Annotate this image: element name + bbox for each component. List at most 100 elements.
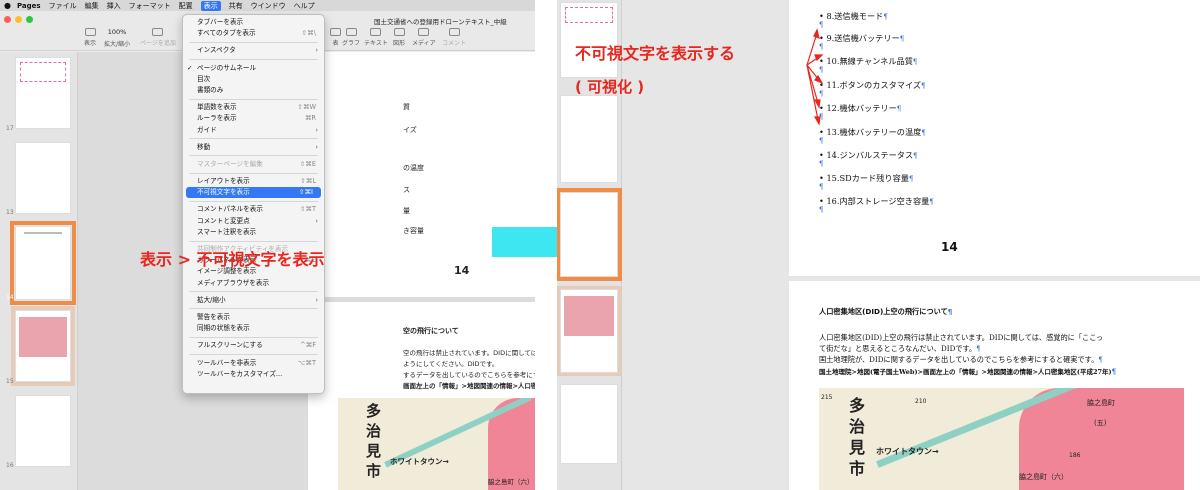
page-thumbnail[interactable]: [560, 384, 618, 464]
sidebar-icon: [84, 28, 96, 36]
list-item: • 9.送信機バッテリー¶: [819, 32, 904, 44]
menu-item[interactable]: ルーラを表示 ⌘R: [183, 113, 324, 124]
menu-share[interactable]: 共有: [229, 1, 243, 11]
menu-help[interactable]: ヘルプ: [294, 1, 315, 11]
menu-item[interactable]: フルスクリーンにする ^⌘F: [183, 340, 324, 351]
empty-paragraph-mark: ¶: [819, 137, 824, 145]
chevron-right-icon: ›: [315, 46, 318, 55]
view-button[interactable]: 表示: [84, 28, 96, 47]
shape-icon: [393, 28, 405, 36]
menu-item[interactable]: コメントと変更点 ›: [183, 216, 324, 227]
menu-item[interactable]: 単語数を表示 ⇧⌘W: [183, 102, 324, 113]
menu-window[interactable]: ウインドウ: [251, 1, 286, 11]
menu-item[interactable]: レイアウトを表示 ⇧⌘L: [183, 176, 324, 187]
menu-item[interactable]: 警告を表示: [183, 312, 324, 323]
shape-button[interactable]: 図形: [393, 28, 405, 47]
menu-separator: [189, 155, 318, 157]
right-screenshot: • 8.送信機モード¶ ¶ • 9.送信機バッテリー¶ ¶ • 10.無線チャンネル品質…: [557, 0, 1200, 490]
menu-item-label: タブバーを表示: [197, 18, 244, 26]
page-thumbnail[interactable]: [560, 95, 618, 183]
zoom-dropdown[interactable]: 100% 拡大/縮小: [104, 28, 130, 48]
page-thumbnail-selected[interactable]: [557, 188, 622, 281]
menu-item-label: ルーラを表示: [197, 114, 237, 123]
body-line: て街だな」と思えるところなんだい、DIDです。¶: [819, 344, 981, 353]
page-thumbnail[interactable]: [557, 286, 621, 376]
menu-separator: [189, 138, 318, 140]
pilcrow-mark: ¶: [899, 35, 905, 43]
page-thumbnail[interactable]: [15, 57, 71, 129]
list-item: • 16.内部ストレージ空き容量¶: [819, 195, 934, 207]
menu-item-show-invisibles[interactable]: 不可視文字を表示 ⇧⌘I: [186, 187, 321, 199]
map-label: 市: [849, 459, 866, 478]
menu-item[interactable]: 同期の状態を表示: [183, 323, 324, 334]
comment-button[interactable]: コメント: [442, 28, 466, 47]
map-label: 脇之島町（六）: [488, 478, 534, 486]
menu-format[interactable]: フォーマット: [129, 1, 171, 11]
empty-paragraph-mark: ¶: [819, 160, 824, 168]
menu-file[interactable]: ファイル: [49, 1, 77, 11]
menu-shortcut: ⇧⌘L: [300, 177, 316, 186]
document-page[interactable]: • 8.送信機モード¶ ¶ • 9.送信機バッテリー¶ ¶ • 10.無線チャンネル品質…: [789, 0, 1200, 276]
map-label: 脇之島町（六）: [1019, 473, 1068, 481]
section-heading: 空の飛行について: [403, 327, 459, 335]
menu-view[interactable]: 表示: [200, 0, 221, 11]
annotation-right-title: 不可視文字を表示する: [575, 44, 736, 63]
menu-insert[interactable]: 挿入: [107, 1, 121, 11]
menu-item-label: 目次: [197, 74, 211, 83]
document-page[interactable]: 人口密集地区(DID)上空の飛行について¶ 人口密集地区(DID)上空の飛行は禁…: [789, 281, 1200, 490]
menu-item-label: ツールバーをカスタマイズ...: [197, 369, 283, 378]
menu-item[interactable]: 移動 ›: [183, 142, 324, 153]
map-label: 186: [1069, 452, 1081, 459]
menu-item-label: 不可視文字を表示: [197, 188, 250, 197]
map-label: 治: [366, 422, 382, 440]
menu-pages[interactable]: Pages: [17, 2, 41, 10]
text-button[interactable]: テキスト: [364, 28, 388, 47]
comment-icon: [448, 28, 460, 36]
minimize-icon[interactable]: [15, 16, 22, 23]
menu-item[interactable]: ✓ ページのサムネール: [183, 63, 324, 74]
plus-icon: [152, 28, 164, 36]
list-item-text: 10.無線チャンネル品質: [826, 56, 913, 66]
document-page[interactable]: 空の飛行について 空の飛行は禁止されています。DIDに関しては、感覚的に「ここっ…: [308, 302, 535, 490]
menu-item[interactable]: 書類のみ: [183, 85, 324, 96]
media-button[interactable]: メディア: [412, 28, 436, 47]
chart-button[interactable]: グラフ: [342, 28, 360, 47]
map-label: 215: [821, 394, 833, 401]
menu-item[interactable]: コメントパネルを表示 ⇧⌘T: [183, 204, 324, 215]
list-item-text: 14.ジンバルステータス: [826, 150, 914, 160]
zoom-icon[interactable]: [26, 16, 33, 23]
checkmark-icon: ✓: [187, 63, 193, 72]
menu-shortcut: ^⌘F: [300, 341, 316, 350]
menu-item[interactable]: すべてのタブを表示 ⇧⌘\: [183, 28, 324, 39]
menu-item: マスターページを編集 ⇧⌘E: [183, 159, 324, 170]
page-thumbnails-sidebar: 17 13 14 15 16: [0, 52, 78, 490]
menu-item[interactable]: インスペクタ ›: [183, 45, 324, 56]
close-icon[interactable]: [4, 16, 11, 23]
list-item-text: 12.機体バッテリー: [826, 103, 897, 113]
menu-item[interactable]: ツールバーを非表示 ⌥⌘T: [183, 358, 324, 369]
table-button[interactable]: 表: [330, 28, 341, 47]
menu-item[interactable]: ツールバーをカスタマイズ...: [183, 369, 324, 380]
add-page-button[interactable]: ページを追加: [140, 28, 176, 47]
menu-item[interactable]: 拡大/縮小 ›: [183, 295, 324, 306]
page-number-label: 14: [454, 264, 470, 277]
page-thumbnail[interactable]: [15, 142, 71, 214]
menu-edit[interactable]: 編集: [85, 1, 99, 11]
list-item-text: 11.ボタンのカスタマイズ: [826, 80, 922, 90]
menu-item[interactable]: スマート注釈を表示: [183, 227, 324, 238]
menu-item[interactable]: 目次: [183, 74, 324, 85]
page-thumbnail[interactable]: [15, 395, 71, 467]
pilcrow-mark: ¶: [908, 175, 914, 183]
apple-icon[interactable]: ●: [4, 1, 11, 10]
menu-item[interactable]: タブバーを表示: [183, 17, 324, 28]
menu-item[interactable]: ガイド ›: [183, 125, 324, 136]
pilcrow-mark: ¶: [896, 105, 902, 113]
page-thumbnail[interactable]: [11, 306, 75, 386]
list-item: • 10.無線チャンネル品質¶: [819, 55, 917, 67]
empty-paragraph-mark: ¶: [819, 183, 824, 191]
menu-item-label: 書類のみ: [197, 85, 224, 94]
menu-item[interactable]: メディアブラウザを表示: [183, 278, 324, 289]
page-number: 13: [6, 209, 14, 216]
page-thumbnail-selected[interactable]: [10, 221, 76, 305]
menu-arrange[interactable]: 配置: [179, 1, 193, 11]
